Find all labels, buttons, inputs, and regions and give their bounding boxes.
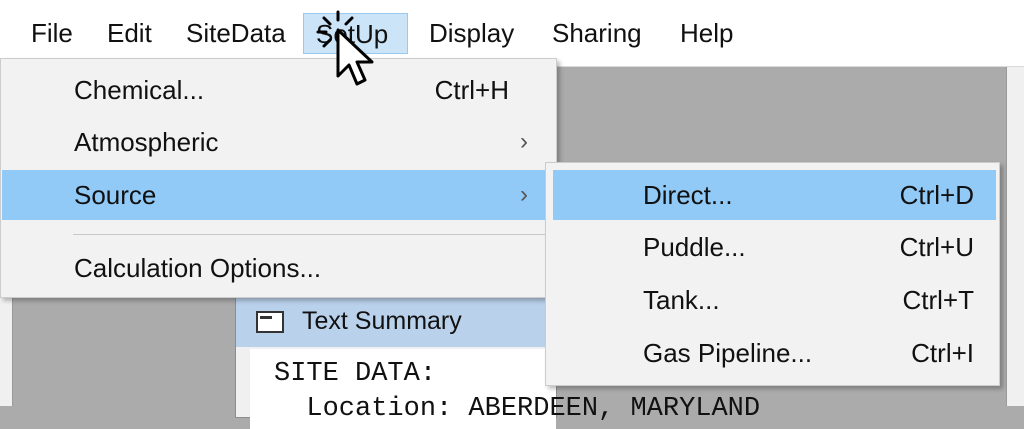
submenu-arrow-icon: › [520, 181, 528, 208]
menu-setup[interactable]: SetUp [303, 13, 408, 54]
text-summary-title: Text Summary [302, 307, 462, 335]
submenu-item-puddle[interactable]: Puddle... Ctrl+U [553, 222, 996, 272]
submenu-arrow-icon: › [520, 128, 528, 155]
summary-line: SITE DATA: [274, 359, 437, 389]
menu-sharing[interactable]: Sharing [540, 13, 654, 54]
submenu-item-shortcut: Ctrl+U [899, 232, 974, 262]
menu-bar: File Edit SiteData SetUp Display Sharing… [0, 0, 1024, 67]
menu-display[interactable]: Display [417, 13, 526, 54]
text-summary-window[interactable]: Text Summary SITE DATA: Location: ABERDE… [235, 296, 760, 429]
submenu-item-tank[interactable]: Tank... Ctrl+T [553, 275, 996, 325]
window-right-edge [1006, 67, 1024, 406]
summary-line: Location: ABERDEEN, MARYLAND [274, 394, 761, 424]
window-icon [256, 311, 284, 333]
menu-item-label: Source [74, 180, 157, 210]
setup-dropdown-menu: Chemical... Ctrl+H Atmospheric › Source … [0, 58, 557, 298]
menu-item-atmospheric[interactable]: Atmospheric › [2, 117, 555, 167]
menu-item-label: Chemical... [74, 75, 205, 105]
menu-item-source[interactable]: Source › [2, 170, 555, 220]
text-summary-titlebar[interactable]: Text Summary [236, 297, 556, 347]
submenu-item-label: Tank... [643, 285, 720, 315]
menu-item-label: Atmospheric [74, 127, 219, 157]
source-submenu: Direct... Ctrl+D Puddle... Ctrl+U Tank..… [545, 162, 1000, 386]
submenu-item-label: Direct... [643, 180, 733, 210]
submenu-item-label: Puddle... [643, 232, 746, 262]
menu-item-chemical[interactable]: Chemical... Ctrl+H [2, 65, 555, 115]
menu-item-shortcut: Ctrl+H [434, 75, 509, 105]
menu-item-label: Calculation Options... [74, 253, 322, 283]
menu-file[interactable]: File [19, 13, 85, 54]
submenu-item-gas-pipeline[interactable]: Gas Pipeline... Ctrl+I [553, 328, 996, 378]
menu-edit[interactable]: Edit [95, 13, 164, 54]
submenu-item-direct[interactable]: Direct... Ctrl+D [553, 170, 996, 220]
submenu-item-label: Gas Pipeline... [643, 338, 813, 368]
text-summary-body: SITE DATA: Location: ABERDEEN, MARYLAND [250, 349, 760, 429]
submenu-item-shortcut: Ctrl+T [902, 285, 975, 315]
menu-item-calculation-options[interactable]: Calculation Options... [2, 243, 555, 293]
menu-help[interactable]: Help [668, 13, 745, 54]
submenu-item-shortcut: Ctrl+I [911, 338, 974, 368]
menu-separator [73, 234, 553, 235]
submenu-item-shortcut: Ctrl+D [899, 180, 974, 210]
menu-sitedata[interactable]: SiteData [174, 13, 298, 54]
